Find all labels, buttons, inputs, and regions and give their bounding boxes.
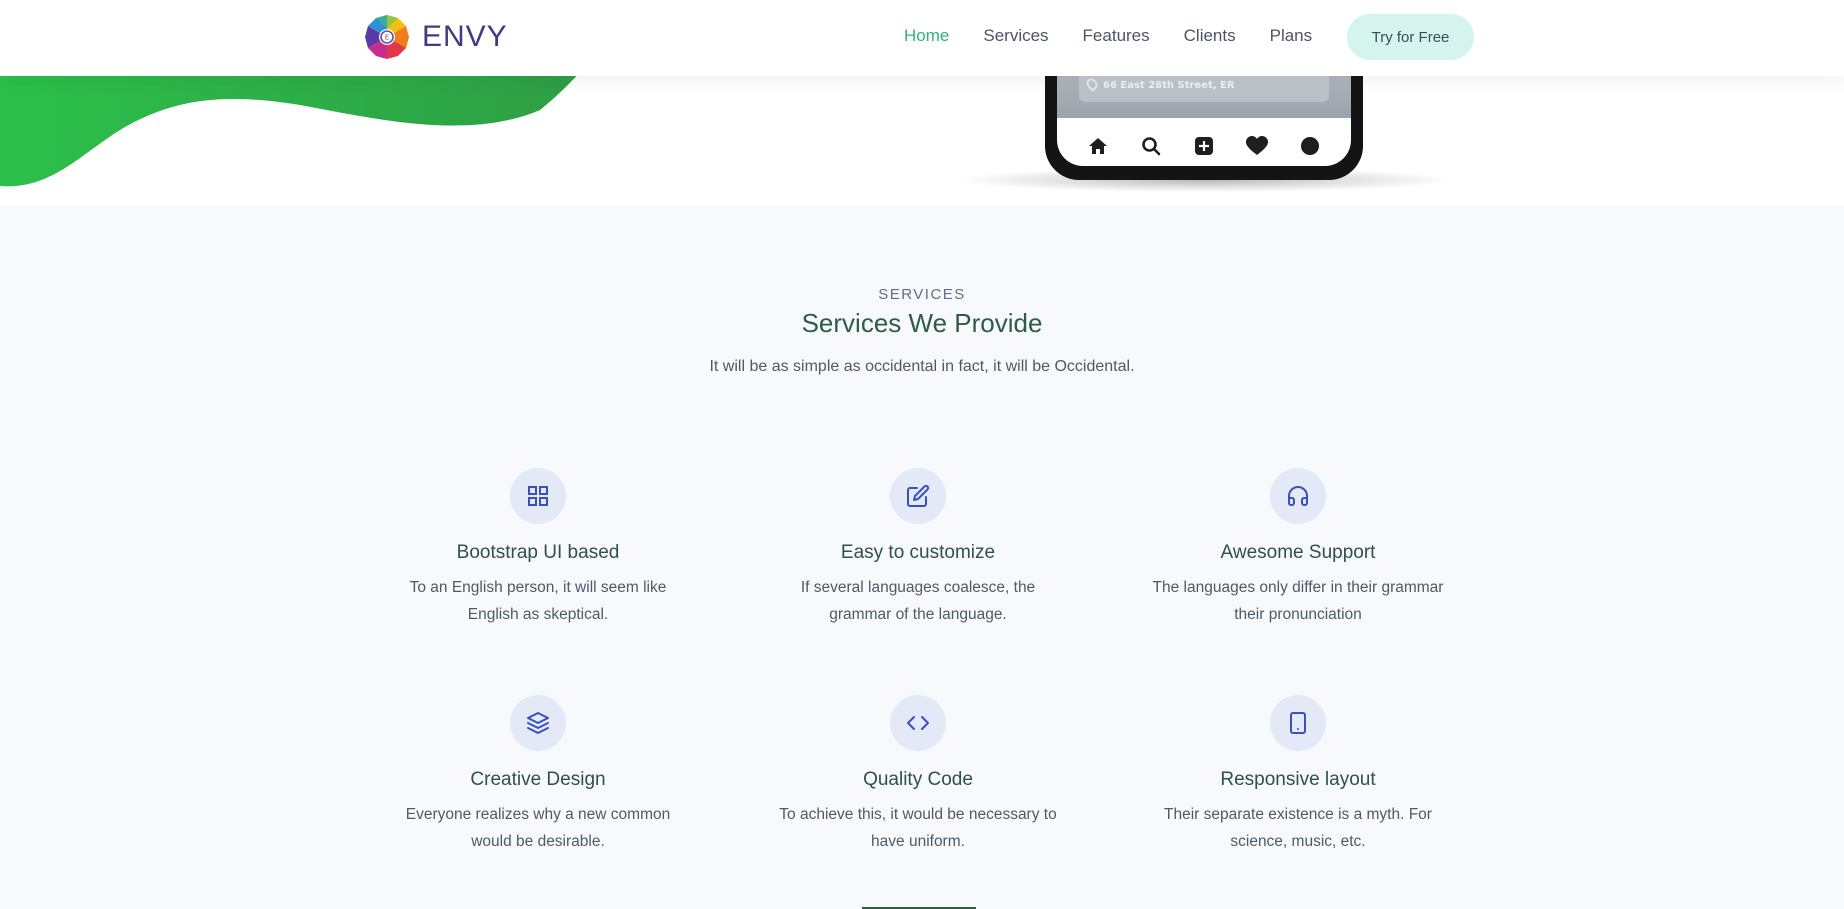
feature-card: Bootstrap UI based To an English person,… [388, 468, 688, 628]
tablet-icon [1290, 712, 1306, 734]
feature-card: Creative Design Everyone realizes why a … [388, 695, 688, 855]
feature-icon-circle [510, 695, 566, 751]
navbar: E ENVY Home Services Features Clients Pl… [0, 0, 1844, 76]
edit-icon [907, 484, 930, 507]
feature-title: Quality Code [863, 769, 973, 790]
brand[interactable]: E ENVY [364, 14, 508, 60]
nav-features[interactable]: Features [1083, 26, 1150, 46]
search-icon [1140, 135, 1162, 157]
envy-logo-icon: E [365, 15, 409, 59]
feature-desc: To an English person, it will seem like … [409, 579, 667, 623]
feature-title: Awesome Support [1220, 542, 1376, 563]
phone-address: 66 East 28th Street, ER [1103, 80, 1235, 91]
main-nav: Home Services Features Clients Plans [904, 26, 1346, 46]
feature-desc: If several languages coalesce, the gramm… [800, 579, 1036, 623]
feature-card: Responsive layout Their separate existen… [1148, 695, 1448, 855]
home-icon [1087, 135, 1109, 157]
try-for-free-button[interactable]: Try for Free [1347, 14, 1474, 60]
nav-home[interactable]: Home [904, 26, 949, 46]
feature-title: Responsive layout [1220, 769, 1376, 790]
svg-text:E: E [385, 34, 389, 42]
feature-card: Easy to customize If several languages c… [768, 468, 1068, 628]
brand-name: ENVY [422, 20, 508, 53]
code-icon [907, 716, 929, 730]
headphones-icon [1288, 486, 1308, 506]
section-eyebrow: SERVICES [878, 286, 966, 303]
feature-title: Creative Design [470, 769, 606, 790]
layers-icon [527, 712, 549, 734]
feature-title: Easy to customize [840, 542, 996, 563]
feature-icon-circle [510, 468, 566, 524]
feature-title: Bootstrap UI based [456, 542, 620, 563]
feature-icon-circle [890, 695, 946, 751]
feature-desc: Their separate existence is a myth. For … [1164, 806, 1432, 850]
feature-icon-circle [1270, 695, 1326, 751]
feature-icon-circle [1270, 468, 1326, 524]
feature-desc: The languages only differ in their gramm… [1152, 579, 1444, 623]
nav-clients[interactable]: Clients [1184, 26, 1236, 46]
profile-icon [1299, 135, 1321, 157]
grid-icon [528, 486, 548, 506]
feature-card: Quality Code To achieve this, it would b… [768, 695, 1068, 855]
add-icon [1193, 135, 1215, 157]
phone-tabbar [1057, 126, 1351, 166]
feature-card: Awesome Support The languages only diffe… [1148, 468, 1448, 628]
feature-desc: To achieve this, it would be necessary t… [779, 806, 1057, 850]
section-title: Services We Provide [801, 308, 1043, 338]
feature-icon-circle [890, 468, 946, 524]
services-section: SERVICES Services We Provide It will be … [0, 206, 1844, 909]
nav-services[interactable]: Services [983, 26, 1048, 46]
nav-plans[interactable]: Plans [1270, 26, 1313, 46]
heart-icon [1246, 135, 1269, 157]
feature-desc: Everyone realizes why a new common would… [405, 806, 671, 850]
section-subtitle: It will be as simple as occidental in fa… [709, 358, 1135, 375]
